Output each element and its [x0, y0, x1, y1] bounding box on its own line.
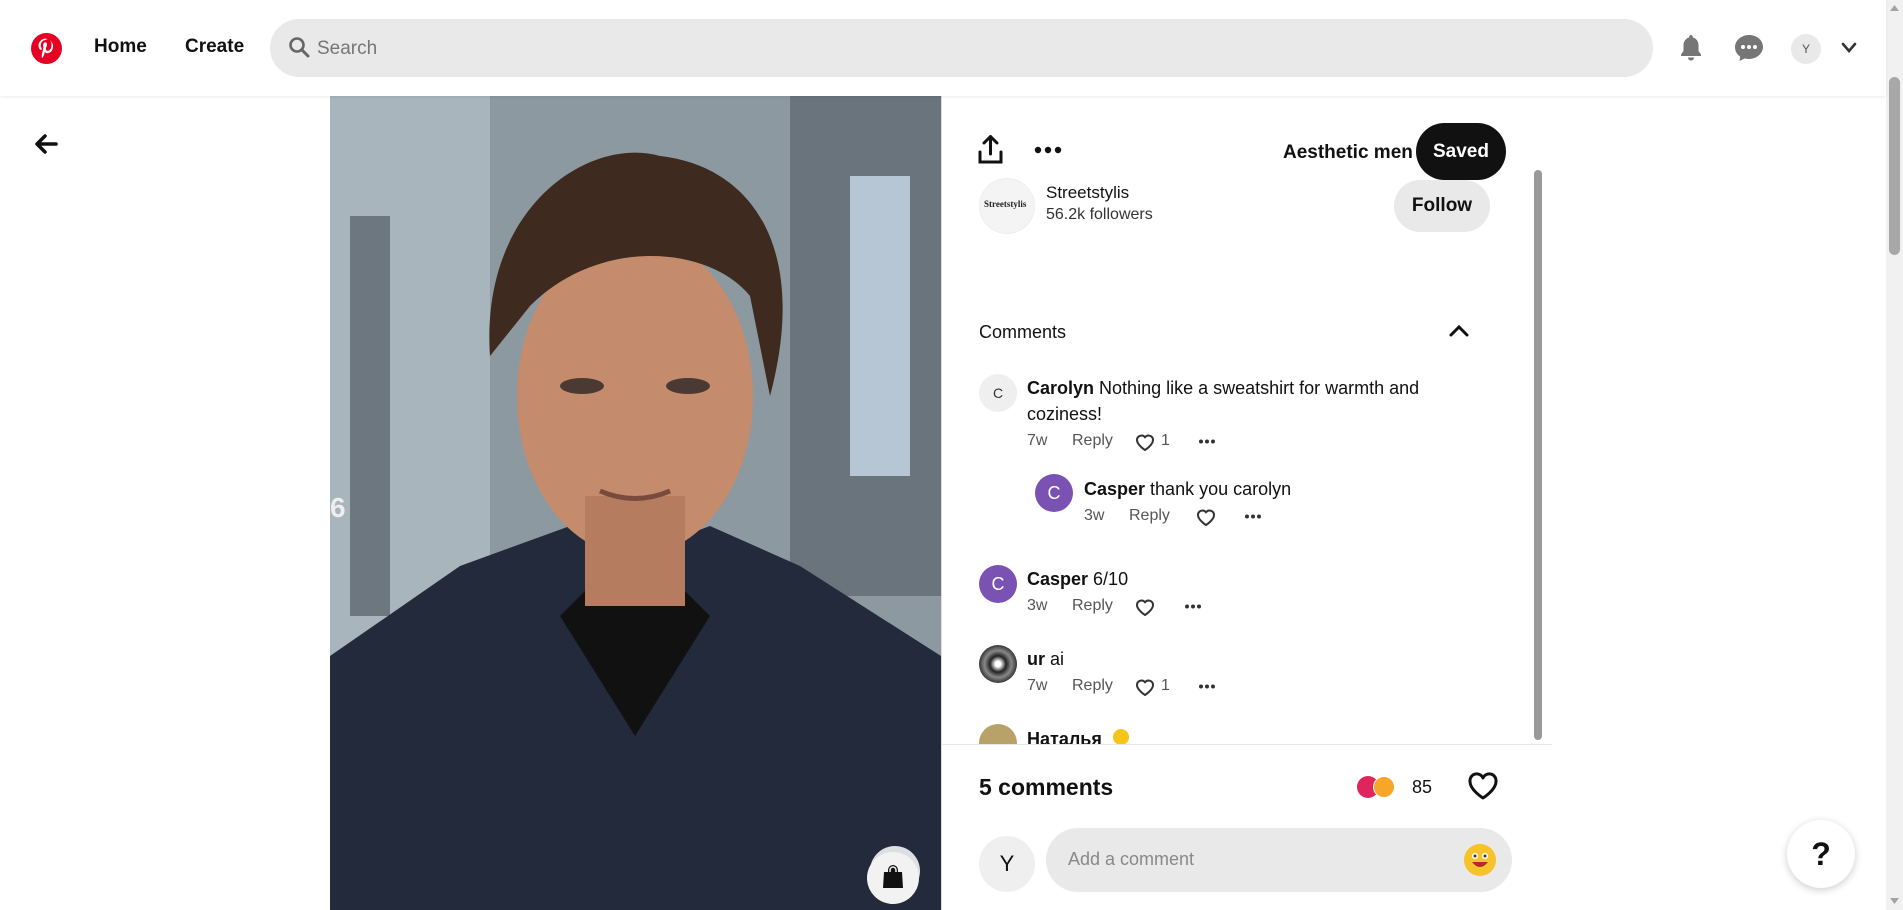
back-arrow-icon[interactable]: [30, 128, 62, 160]
add-comment-field[interactable]: Add a comment: [1046, 828, 1512, 892]
reply-button[interactable]: Reply: [1072, 432, 1113, 450]
comment-more-icon[interactable]: [1185, 604, 1201, 609]
comment-avatar[interactable]: C: [979, 565, 1017, 603]
comment-avatar[interactable]: C: [1035, 474, 1073, 512]
emoji-picker-icon[interactable]: [1464, 844, 1496, 876]
comment-author[interactable]: Casper: [1084, 479, 1145, 499]
heart-icon[interactable]: [1135, 678, 1155, 696]
creator-followers: 56.2k followers: [1046, 206, 1153, 223]
comment-more-icon[interactable]: [1199, 684, 1215, 689]
comment-age: 3w: [1027, 597, 1048, 614]
reaction-count: 85: [1412, 777, 1433, 797]
top-header: Home Create Search Y: [0, 0, 1886, 96]
comment-author[interactable]: ur: [1027, 649, 1045, 669]
comment-author[interactable]: Carolyn: [1027, 378, 1094, 398]
heart-icon[interactable]: [1135, 433, 1155, 451]
creator-logo-text: Streetstylis: [984, 199, 1027, 209]
divider: [942, 744, 1552, 745]
react-heart-icon[interactable]: [1468, 772, 1498, 800]
clipped-comment: Наталья: [970, 720, 1490, 744]
portrait-illustration: [330, 96, 941, 910]
user-avatar[interactable]: Y: [1791, 34, 1821, 64]
comment-author[interactable]: Casper: [1027, 569, 1088, 589]
comment-age: 3w: [1084, 507, 1105, 524]
add-comment-placeholder[interactable]: Add a comment: [1068, 849, 1194, 870]
wow-reaction-icon: [1373, 776, 1395, 798]
comment-body: Casper thank you carolyn: [1084, 476, 1291, 502]
comment-avatar[interactable]: [979, 645, 1017, 683]
search-input[interactable]: Search: [317, 38, 377, 60]
share-icon[interactable]: [977, 135, 1004, 165]
comment-avatar[interactable]: [979, 724, 1017, 744]
emoji-icon: [1112, 729, 1129, 744]
page-scrollbar[interactable]: [1886, 0, 1903, 910]
chevron-up-icon[interactable]: [1448, 324, 1470, 338]
follow-button[interactable]: Follow: [1394, 180, 1490, 232]
heart-icon[interactable]: [1135, 598, 1155, 616]
comment-text: 6/10: [1093, 569, 1129, 589]
notifications-bell-icon[interactable]: [1679, 34, 1703, 62]
messages-icon[interactable]: [1734, 34, 1764, 62]
comment-text-cont: coziness!: [1027, 404, 1103, 424]
comment-text: Nothing like a sweatshirt for warmth and: [1099, 378, 1420, 398]
board-selector[interactable]: Aesthetic men: [1283, 142, 1413, 164]
nav-create[interactable]: Create: [185, 36, 244, 58]
nav-home[interactable]: Home: [94, 36, 147, 58]
search-icon: [289, 37, 310, 58]
heart-icon[interactable]: [1196, 508, 1216, 526]
comments-scrollbar[interactable]: [1534, 170, 1542, 740]
comment-body: Carolyn Nothing like a sweatshirt for wa…: [1027, 375, 1447, 427]
like-count: 1: [1161, 432, 1170, 449]
user-avatar[interactable]: Y: [979, 836, 1035, 892]
creator-avatar[interactable]: Streetstylis: [979, 178, 1035, 234]
shopping-bag-icon: [883, 865, 903, 888]
chevron-down-icon[interactable]: [1841, 42, 1857, 54]
comment-age: 7w: [1027, 432, 1048, 449]
creator-name[interactable]: Streetstylis: [1046, 183, 1129, 203]
shop-bag-button[interactable]: [867, 852, 919, 904]
scroll-up-icon[interactable]: [1889, 4, 1900, 12]
more-options-icon[interactable]: [1034, 145, 1062, 155]
comment-more-icon[interactable]: [1199, 439, 1215, 444]
comments-header: Comments: [979, 322, 1067, 342]
pin-image[interactable]: 6: [330, 96, 941, 910]
comment-more-icon[interactable]: [1245, 514, 1261, 519]
like-count: 1: [1161, 677, 1170, 694]
comment-count: 5 comments: [979, 774, 1114, 800]
search-bar[interactable]: Search: [270, 19, 1653, 77]
pinterest-logo-icon[interactable]: [31, 33, 62, 64]
reply-button[interactable]: Reply: [1129, 507, 1170, 525]
comment-text: thank you carolyn: [1150, 479, 1292, 499]
comment-body: Casper 6/10: [1027, 566, 1128, 592]
comment-body: ur ai: [1027, 646, 1064, 672]
comment-body: Наталья: [1027, 726, 1129, 744]
reply-button[interactable]: Reply: [1072, 597, 1113, 615]
reply-button[interactable]: Reply: [1072, 677, 1113, 695]
saved-button[interactable]: Saved: [1416, 123, 1506, 180]
scroll-thumb[interactable]: [1889, 77, 1900, 255]
scroll-down-icon[interactable]: [1889, 897, 1900, 905]
comment-author[interactable]: Наталья: [1027, 729, 1102, 744]
comment-age: 7w: [1027, 677, 1048, 694]
help-button[interactable]: ?: [1787, 820, 1855, 888]
comment-text: ai: [1050, 649, 1065, 669]
comment-avatar[interactable]: C: [979, 374, 1017, 412]
image-overlay-text: 6: [330, 492, 346, 523]
